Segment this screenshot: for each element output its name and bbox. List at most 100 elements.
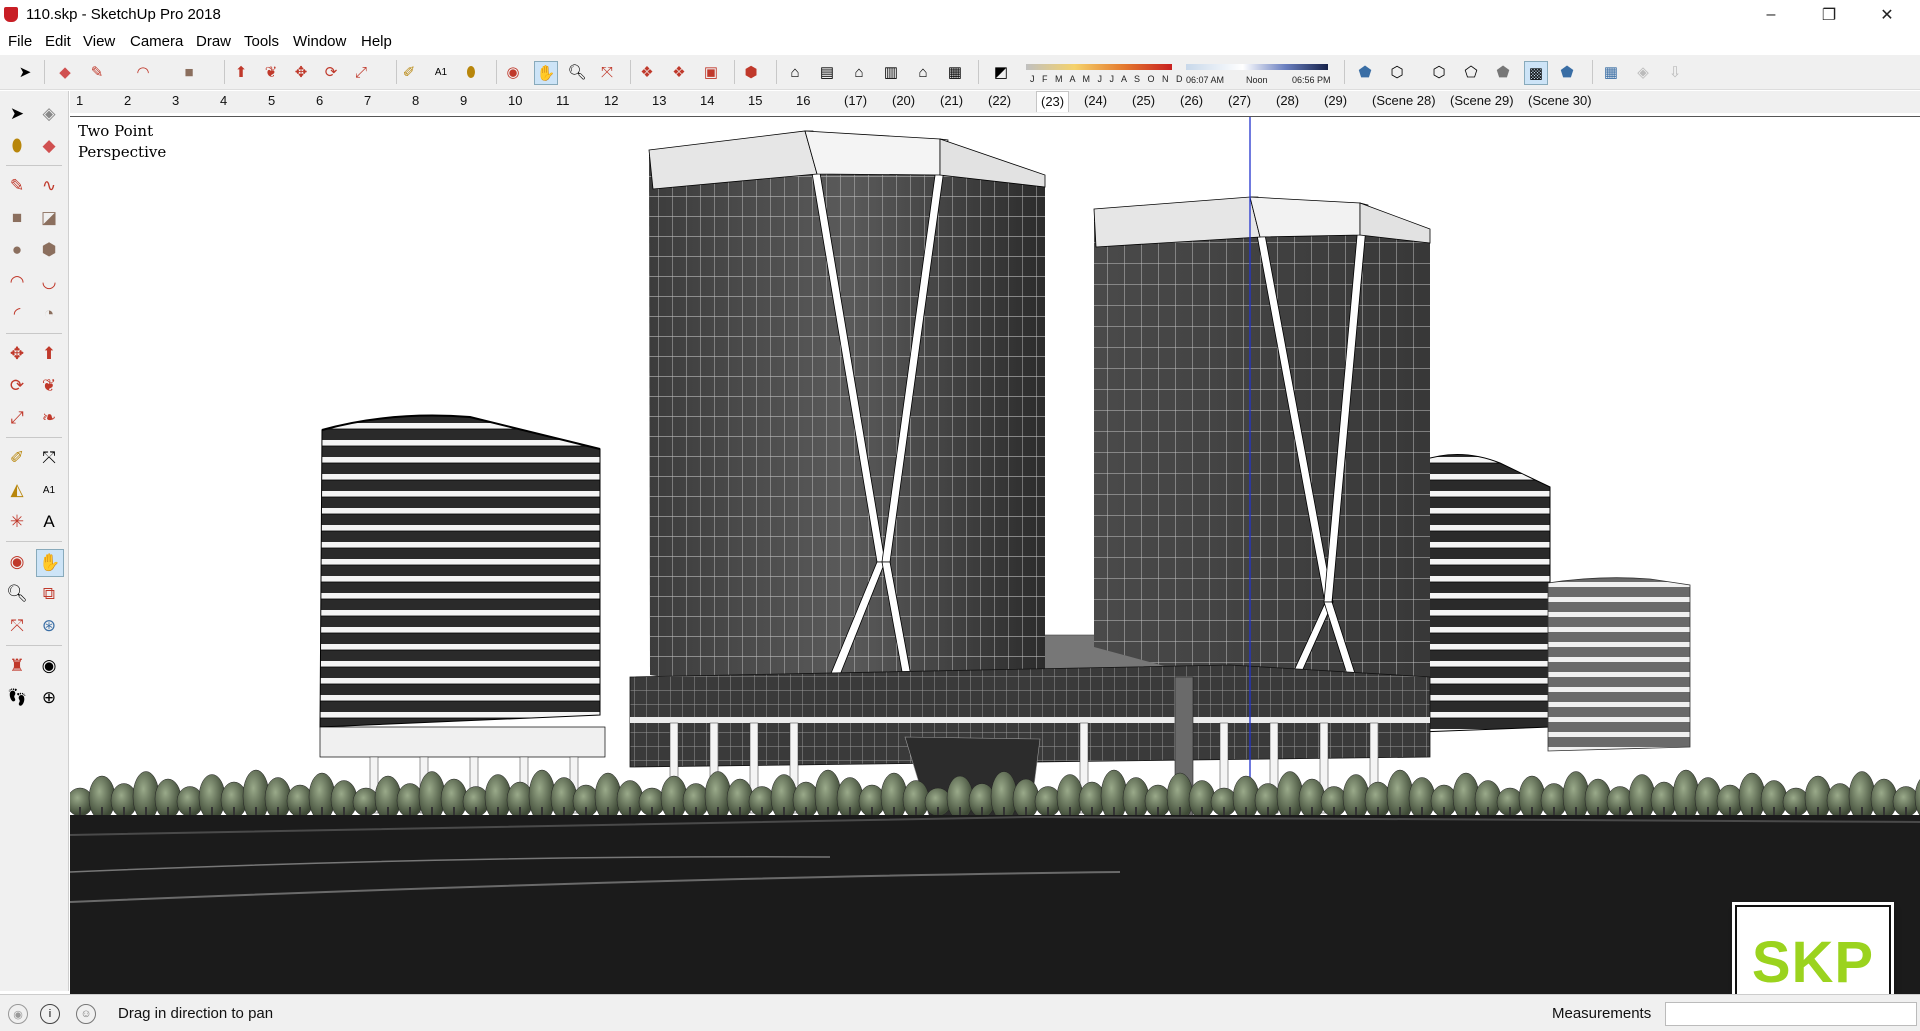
orbit-tool-icon[interactable]: ◉ [4,549,30,575]
rotated-rectangle-icon[interactable]: ◪ [36,205,62,231]
model-viewport[interactable]: Two Point Perspective [70,116,1920,994]
arc-tool-icon[interactable]: ◠ [4,269,30,295]
scene-tab-scene29[interactable]: (Scene 29) [1450,93,1514,108]
scene-tab-27[interactable]: (27) [1228,93,1251,108]
paint-bucket-icon[interactable]: ⬮ [460,61,482,83]
menu-camera[interactable]: Camera [130,33,183,50]
offset-tool-icon[interactable]: ❧ [36,405,62,431]
extension-warehouse-icon[interactable]: ❖ [668,61,690,83]
circle-tool-icon[interactable]: ● [4,237,30,263]
photo-textures-icon[interactable]: ⇩ [1664,61,1686,83]
text-tool-icon[interactable]: A1 [430,61,452,83]
look-around-icon[interactable]: ◉ [36,653,62,679]
scene-tab-15[interactable]: 15 [748,93,762,108]
follow-me-icon[interactable]: ❦ [260,61,282,83]
menu-file[interactable]: File [8,33,32,50]
shaded-textures-style-icon[interactable]: ▩ [1524,61,1548,85]
scene-tab-5[interactable]: 5 [268,93,275,108]
menu-view[interactable]: View [83,33,115,50]
scene-tab-2[interactable]: 2 [124,93,131,108]
3d-warehouse-icon[interactable]: ❖ [636,61,658,83]
zoom-extents-icon[interactable]: ⤧ [4,613,30,639]
extension-manager-icon[interactable]: ⬢ [740,61,762,83]
geo-location-icon[interactable]: ◉ [8,1004,28,1024]
xray-style-icon[interactable]: ⬟ [1354,61,1376,83]
scale-tool-icon[interactable]: ⤢ [350,61,372,83]
back-edges-style-icon[interactable]: ⬡ [1386,61,1408,83]
scene-tab-29[interactable]: (29) [1324,93,1347,108]
previous-view-icon[interactable]: ⊛ [36,613,62,639]
scene-tab-scene28[interactable]: (Scene 28) [1372,93,1436,108]
menu-tools[interactable]: Tools [244,33,279,50]
minimize-button[interactable]: – [1742,0,1800,30]
scene-tab-6[interactable]: 6 [316,93,323,108]
push-pull-icon[interactable]: ⬆ [36,341,62,367]
scene-tab-4[interactable]: 4 [220,93,227,108]
scene-tab-17[interactable]: (17) [844,93,867,108]
paint-bucket-icon[interactable]: ⬮ [4,133,30,159]
line-tool-icon[interactable]: ✎ [4,173,30,199]
tape-measure-icon[interactable]: ✐ [4,445,30,471]
zoom-tool-icon[interactable]: 🔍︎ [566,61,588,83]
pan-tool-icon[interactable]: ✋ [36,549,64,577]
tape-measure-icon[interactable]: ✐ [398,61,420,83]
zoom-window-icon[interactable]: ⧉ [36,581,62,607]
scene-tab-scene30[interactable]: (Scene 30) [1528,93,1592,108]
freehand-tool-icon[interactable]: ∿ [36,173,62,199]
iso-view-icon[interactable]: ⌂ [784,61,806,83]
zoom-extents-icon[interactable]: ⤧ [596,61,618,83]
share-model-icon[interactable]: ▣ [700,61,722,83]
menu-window[interactable]: Window [293,33,346,50]
rotate-tool-icon[interactable]: ⟳ [320,61,342,83]
3d-text-tool-icon[interactable]: A [36,509,62,535]
shaded-style-icon[interactable]: ⬟ [1492,61,1514,83]
follow-me-icon[interactable]: ❦ [36,373,62,399]
front-view-icon[interactable]: ⌂ [848,61,870,83]
scene-tab-10[interactable]: 10 [508,93,522,108]
pan-tool-icon[interactable]: ✋ [534,61,558,85]
position-camera-icon[interactable]: ♜ [4,653,30,679]
scene-tab-25[interactable]: (25) [1132,93,1155,108]
scene-tab-26[interactable]: (26) [1180,93,1203,108]
scene-tab-23[interactable]: (23) [1036,91,1070,112]
shadows-toggle-icon[interactable]: ◩ [990,61,1012,83]
scene-tab-1[interactable]: 1 [76,93,83,108]
dimension-tool-icon[interactable]: ⤧ [36,445,62,471]
polygon-tool-icon[interactable]: ⬢ [36,237,62,263]
scene-tab-9[interactable]: 9 [460,93,467,108]
menu-help[interactable]: Help [361,33,392,50]
scene-tab-8[interactable]: 8 [412,93,419,108]
wireframe-style-icon[interactable]: ⬡ [1428,61,1450,83]
rotate-tool-icon[interactable]: ⟳ [4,373,30,399]
three-point-arc-icon[interactable]: ◜ [4,301,30,327]
scene-tab-7[interactable]: 7 [364,93,371,108]
measurements-input[interactable] [1665,1002,1917,1026]
select-tool-icon[interactable]: ➤ [14,61,36,83]
scene-tab-28[interactable]: (28) [1276,93,1299,108]
shadow-month-slider[interactable] [1026,64,1172,70]
scene-tab-21[interactable]: (21) [940,93,963,108]
left-view-icon[interactable]: ▦ [944,61,966,83]
top-view-icon[interactable]: ▤ [816,61,838,83]
orbit-tool-icon[interactable]: ◉ [502,61,524,83]
right-view-icon[interactable]: ▥ [880,61,902,83]
scene-tab-20[interactable]: (20) [892,93,915,108]
select-tool-icon[interactable]: ➤ [4,101,30,127]
user-account-icon[interactable]: ☺ [76,1004,96,1024]
arc-tool-icon[interactable]: ◠ [132,61,154,83]
eraser-tool-icon[interactable]: ◆ [36,133,62,159]
section-plane-icon[interactable]: ⊕ [36,685,62,711]
monochrome-style-icon[interactable]: ⬟ [1556,61,1578,83]
shadow-time-slider[interactable] [1186,64,1328,70]
text-tool-icon[interactable]: A1 [36,477,62,503]
make-component-icon[interactable]: ◈ [36,101,62,127]
scene-tab-14[interactable]: 14 [700,93,714,108]
scale-tool-icon[interactable]: ⤢ [4,405,30,431]
scene-tab-3[interactable]: 3 [172,93,179,108]
pie-tool-icon[interactable]: ◔ [36,301,62,327]
toggle-terrain-icon[interactable]: ◈ [1632,61,1654,83]
hidden-line-style-icon[interactable]: ⬠ [1460,61,1482,83]
scene-tab-13[interactable]: 13 [652,93,666,108]
move-tool-icon[interactable]: ✥ [4,341,30,367]
protractor-tool-icon[interactable]: ◭ [4,477,30,503]
